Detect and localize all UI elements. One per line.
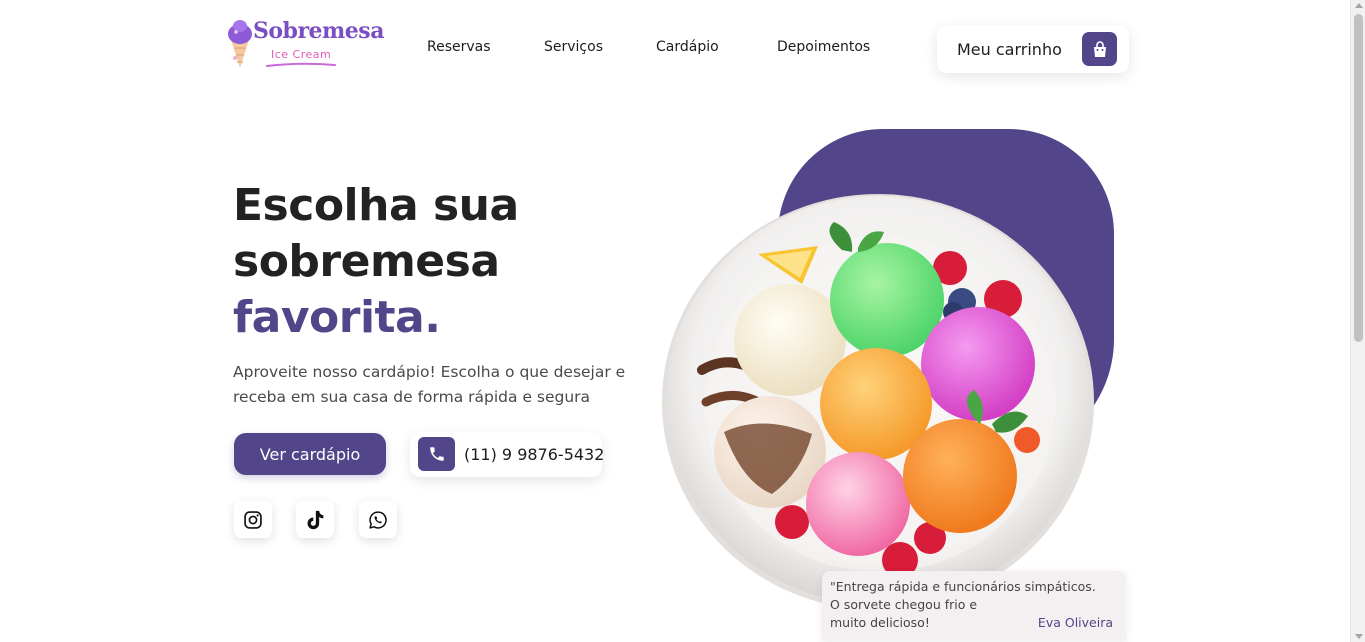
cart-button[interactable]: Meu carrinho <box>937 25 1129 73</box>
ice-cream-cone-icon <box>228 20 252 68</box>
hero-title: Escolha sua sobremesa favorita. <box>233 178 519 346</box>
brand-name: Sobremesa <box>253 18 384 44</box>
scroll-up-icon[interactable] <box>1355 3 1363 8</box>
hero-title-line2: sobremesa <box>233 236 500 287</box>
hero-title-line1: Escolha sua <box>233 180 519 231</box>
nav-item-servicos[interactable]: Serviços <box>544 39 603 55</box>
tiktok-icon <box>307 510 324 529</box>
instagram-link[interactable] <box>234 501 272 538</box>
whatsapp-link[interactable] <box>359 501 397 538</box>
view-menu-button[interactable]: Ver cardápio <box>234 433 386 475</box>
nav-item-depoimentos[interactable]: Depoimentos <box>777 39 870 55</box>
ice-cream-plate-image <box>662 194 1094 610</box>
instagram-icon <box>244 510 262 529</box>
phone-number: (11) 9 9876-5432 <box>464 445 605 464</box>
testimonial-text-line1: "Entrega rápida e funcionários simpático… <box>830 579 1096 594</box>
tiktok-link[interactable] <box>296 501 334 538</box>
brand-logo[interactable]: Sobremesa Ice Cream <box>225 18 384 72</box>
testimonial-author: Eva Oliveira <box>1037 615 1113 630</box>
brand-tagline: Ice Cream <box>271 48 332 61</box>
logo-swash-decoration <box>266 62 336 67</box>
shopping-bag-icon <box>1082 32 1117 66</box>
cart-label: Meu carrinho <box>957 40 1062 59</box>
nav-item-cardapio[interactable]: Cardápio <box>656 39 719 55</box>
phone-contact[interactable]: (11) 9 9876-5432 <box>410 432 605 477</box>
scrollbar-thumb[interactable] <box>1354 14 1363 342</box>
page-scrollbar[interactable] <box>1350 0 1365 642</box>
nav-item-reservas[interactable]: Reservas <box>427 39 491 55</box>
testimonial-card: "Entrega rápida e funcionários simpático… <box>822 571 1126 641</box>
hero-description: Aproveite nosso cardápio! Escolha o que … <box>233 360 653 410</box>
phone-icon <box>418 437 455 471</box>
hero-description-line2: receba em sua casa de forma rápida e seg… <box>233 388 591 406</box>
hero-description-line1: Aproveite nosso cardápio! Escolha o que … <box>233 363 626 381</box>
testimonial-text-line2: O sorvete chegou frio e <box>830 597 978 612</box>
scroll-down-icon[interactable] <box>1355 634 1363 639</box>
whatsapp-icon <box>369 510 387 529</box>
hero-title-accent: favorita. <box>233 292 441 343</box>
